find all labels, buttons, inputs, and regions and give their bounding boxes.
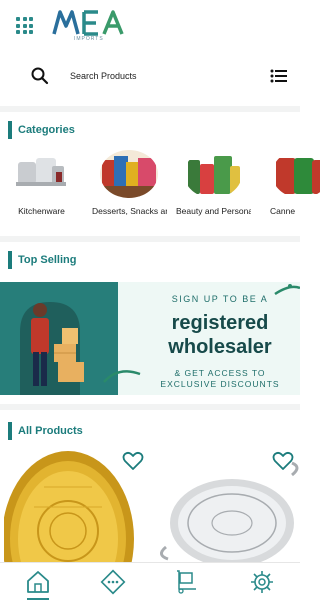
category-label: Kitchenware — [18, 206, 65, 216]
category-desserts-snacks[interactable]: Desserts, Snacks and... — [92, 150, 167, 220]
heading-accent-bar — [8, 251, 12, 269]
settings-icon[interactable] — [249, 569, 275, 595]
category-label: Canne — [270, 206, 296, 216]
app-logo: IMPORTS — [52, 6, 132, 44]
search-bar — [0, 56, 300, 96]
desserts-snacks-image — [100, 150, 158, 198]
top-selling-heading: Top Selling — [8, 250, 76, 270]
list-view-icon[interactable] — [270, 68, 288, 84]
top-selling-title: Top Selling — [18, 254, 77, 266]
banner-line2: registered — [171, 312, 269, 334]
banner-line4b: EXCLUSIVE DISCOUNTS — [160, 379, 280, 389]
bottom-navigation — [0, 562, 300, 602]
favorite-heart-icon[interactable] — [272, 451, 294, 471]
section-divider — [0, 106, 300, 112]
all-products-title: All Products — [18, 425, 83, 437]
category-kitchenware[interactable]: Kitchenware — [4, 150, 79, 220]
heading-accent-bar — [8, 422, 12, 440]
beauty-personal-image — [184, 150, 242, 198]
search-icon[interactable] — [30, 66, 50, 86]
product-card-gold-tray[interactable] — [2, 447, 150, 602]
wholesaler-banner[interactable]: SIGN UP TO BE A registered wholesaler & … — [0, 282, 300, 395]
heading-accent-bar — [8, 121, 12, 139]
banner-line4a: & GET ACCESS TO — [174, 368, 266, 378]
banner-line3: wholesaler — [168, 336, 272, 358]
banner-line4: & GET ACCESS TO EXCLUSIVE DISCOUNTS — [145, 368, 295, 390]
category-label: Desserts, Snacks and... — [92, 206, 167, 216]
categories-heading: Categories — [8, 120, 75, 140]
product-card-silver-tray[interactable] — [154, 447, 300, 567]
all-products-heading: All Products — [8, 421, 83, 441]
app-header: IMPORTS — [0, 0, 300, 50]
category-beauty-personal[interactable]: Beauty and Personal... — [176, 150, 251, 220]
apps-grid-icon[interactable] — [16, 17, 33, 34]
more-icon[interactable] — [100, 569, 126, 595]
section-divider — [0, 404, 300, 410]
section-divider — [0, 236, 300, 242]
home-icon[interactable] — [25, 569, 51, 595]
delivery-icon[interactable] — [174, 569, 200, 595]
categories-title: Categories — [18, 124, 75, 136]
banner-line1: SIGN UP TO BE A — [171, 294, 269, 304]
favorite-heart-icon[interactable] — [122, 451, 144, 471]
logo-subtext: IMPORTS — [74, 36, 104, 42]
search-input[interactable] — [70, 64, 250, 88]
category-canned[interactable]: Canne — [264, 150, 320, 220]
active-tab-indicator — [27, 598, 49, 600]
canned-image — [272, 150, 320, 198]
kitchenware-image — [12, 150, 70, 198]
category-label: Beauty and Personal... — [176, 206, 251, 216]
